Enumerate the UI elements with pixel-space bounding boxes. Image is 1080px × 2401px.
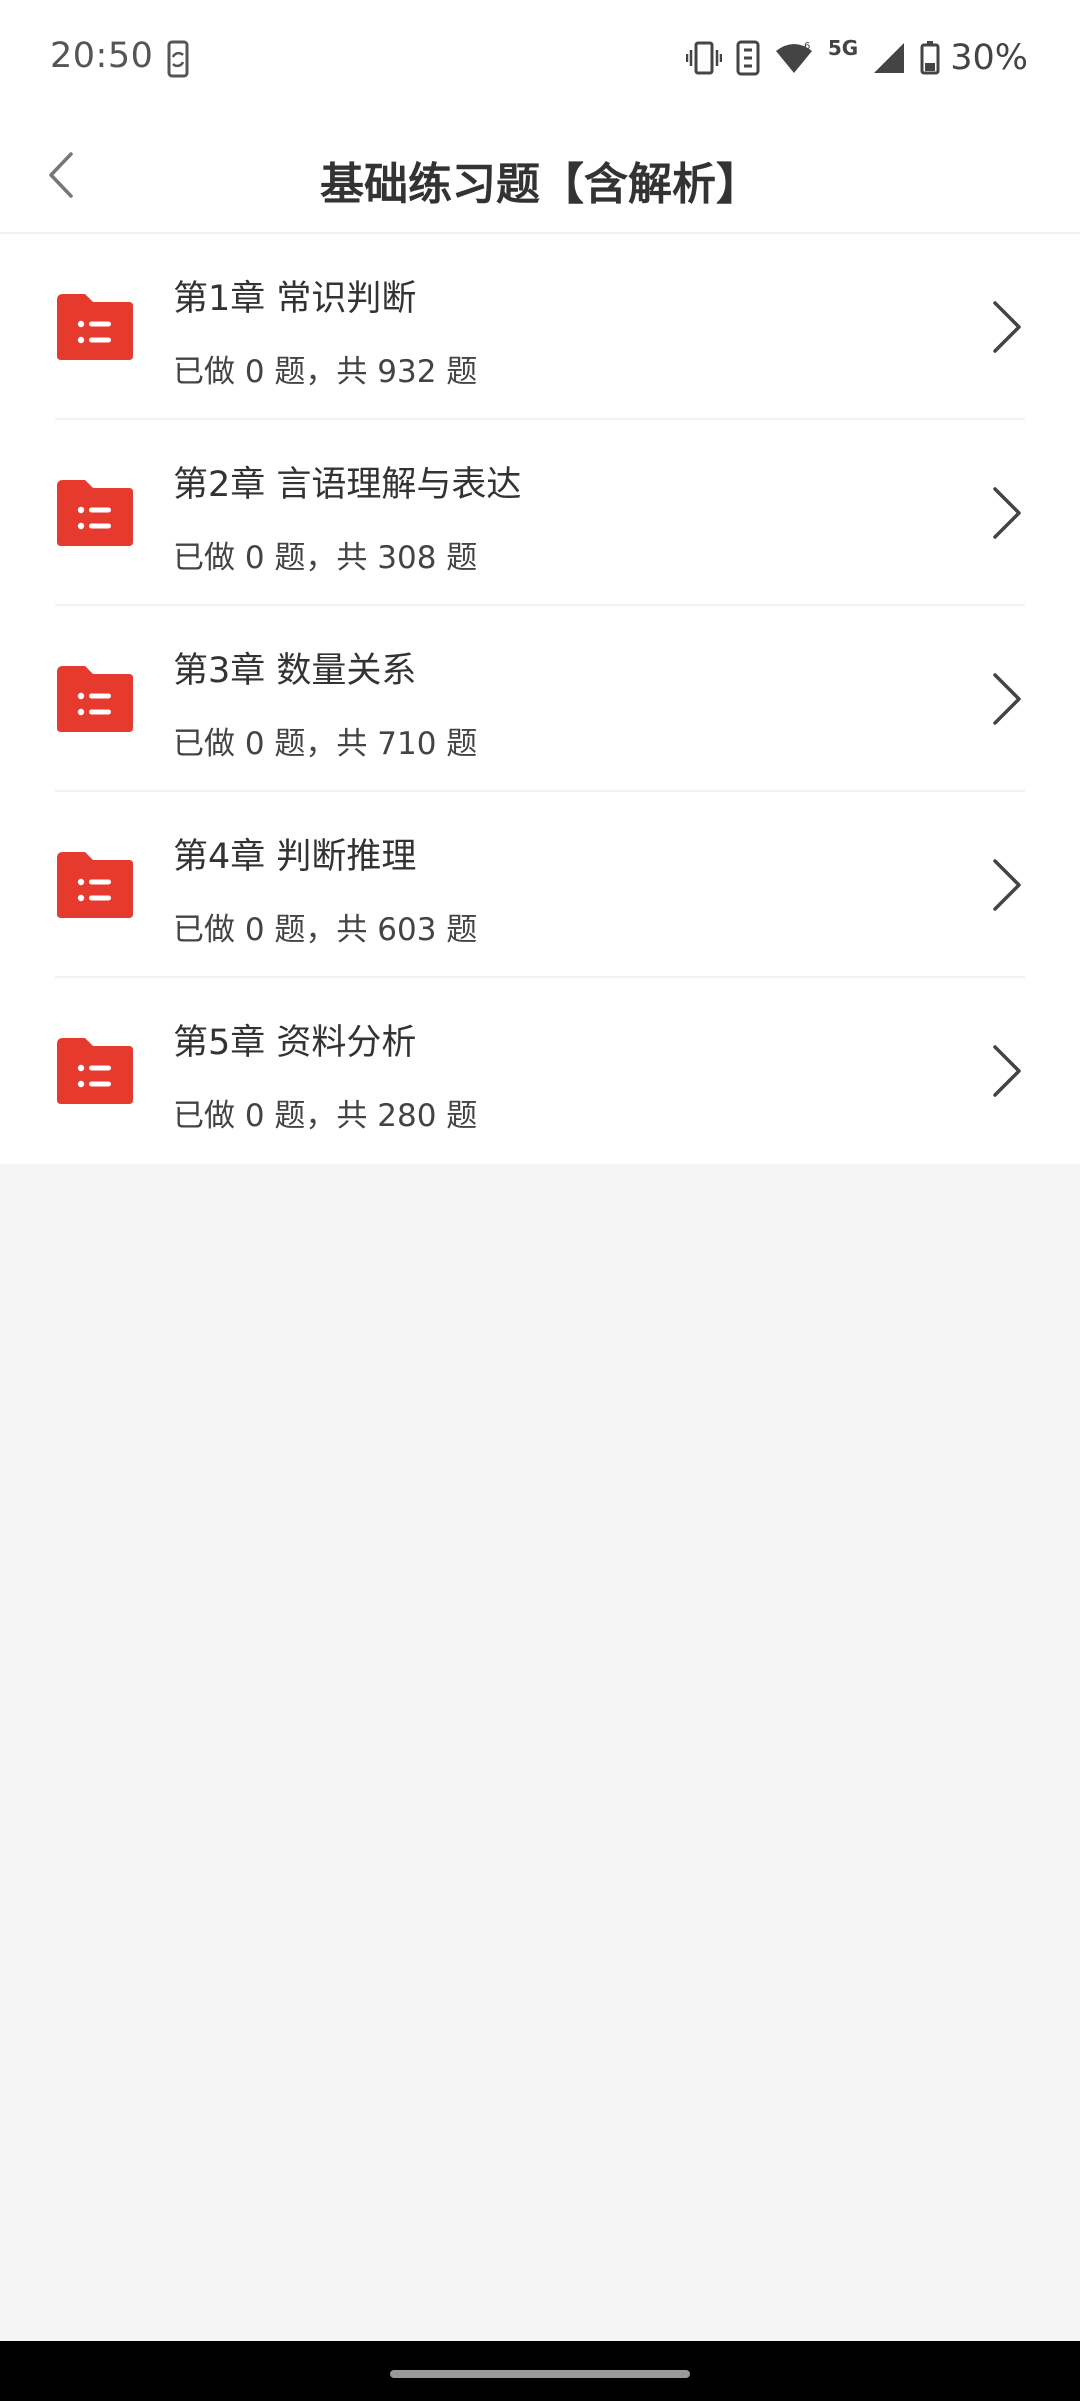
folder-list-icon [57,480,133,546]
network-type: 5G [827,36,859,60]
battery-icon [920,41,940,75]
folder-list-icon [57,852,133,918]
chapter-progress: 已做 0 题，共 308 题 [173,540,478,576]
chapter-item[interactable]: 第4章 判断推理 已做 0 题，共 603 题 [0,792,1080,978]
folder-list-icon [57,666,133,732]
chapter-progress: 已做 0 题，共 603 题 [173,912,478,948]
chapter-title: 第5章 资料分析 [173,1023,417,1063]
chevron-right-icon [993,487,1021,539]
folder-list-icon [57,294,133,360]
status-time: 20:50 [50,36,154,76]
chapter-progress: 已做 0 题，共 932 题 [173,354,478,390]
chevron-right-icon [993,673,1021,725]
chevron-right-icon [993,301,1021,353]
chapter-item[interactable]: 第3章 数量关系 已做 0 题，共 710 题 [0,606,1080,792]
data-saver-icon [736,40,760,76]
chapter-title: 第3章 数量关系 [173,651,417,691]
sync-phone-icon [167,40,189,78]
chapter-title: 第4章 判断推理 [173,837,417,877]
folder-list-icon [57,1038,133,1104]
chapter-title: 第1章 常识判断 [173,279,417,319]
chapter-item[interactable]: 第1章 常识判断 已做 0 题，共 932 题 [0,234,1080,420]
chapter-list: 第1章 常识判断 已做 0 题，共 932 题 第2章 言语理解与表达 已做 0… [0,234,1080,1164]
battery-level: 30% [950,38,1028,78]
svg-text:6: 6 [804,41,810,52]
chevron-right-icon [993,1045,1021,1097]
status-icons: 6 5G 30% [685,36,1028,80]
vibrate-icon [685,41,722,75]
wifi-icon: 6 [775,41,812,73]
page-title: 基础练习题【含解析】 [320,159,760,210]
home-gesture-handle[interactable] [390,2370,690,2378]
signal-icon [874,43,905,73]
chevron-right-icon [993,859,1021,911]
chapter-title: 第2章 言语理解与表达 [173,465,522,505]
chapter-item[interactable]: 第5章 资料分析 已做 0 题，共 280 题 [0,978,1080,1164]
chapter-progress: 已做 0 题，共 280 题 [173,1098,478,1134]
status-bar: 20:50 6 5G 30% [0,0,1080,120]
chapter-progress: 已做 0 题，共 710 题 [173,726,478,762]
app-header: 基础练习题【含解析】 [0,120,1080,234]
chapter-item[interactable]: 第2章 言语理解与表达 已做 0 题，共 308 题 [0,420,1080,606]
